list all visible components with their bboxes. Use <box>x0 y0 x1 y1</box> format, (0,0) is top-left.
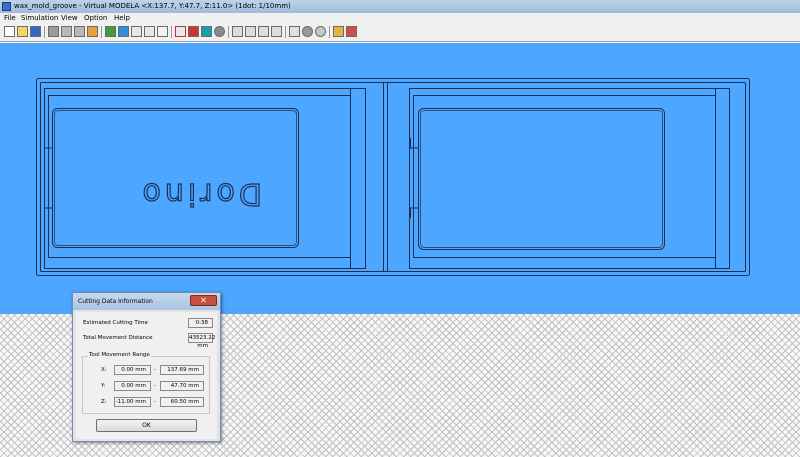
rotate-up-icon[interactable] <box>258 26 269 37</box>
range-separator: - <box>154 367 156 373</box>
sphere-icon[interactable] <box>315 26 326 37</box>
menu-simulation[interactable]: Simulation <box>21 13 58 23</box>
zoom-icon[interactable] <box>157 26 168 37</box>
range-separator: - <box>154 383 156 389</box>
right-cavity-outer <box>409 88 730 269</box>
play-icon[interactable] <box>61 26 72 37</box>
range-axis-x: X: <box>101 367 107 373</box>
material-icon[interactable] <box>105 26 116 37</box>
menu-file[interactable]: File <box>4 13 16 23</box>
rotate-left-icon[interactable] <box>232 26 243 37</box>
rotate-right-icon[interactable] <box>245 26 256 37</box>
right-pocket <box>418 108 665 250</box>
close-icon[interactable]: ✕ <box>190 295 217 306</box>
render-icon[interactable] <box>201 26 212 37</box>
range-x-max: 137.69 mm <box>160 365 204 375</box>
right-pocket-tab <box>410 138 419 218</box>
ok-button[interactable]: OK <box>96 419 197 432</box>
dialog-title: Cutting Data Information <box>78 298 153 305</box>
right-pocket-edge <box>420 110 663 248</box>
view-top-icon[interactable] <box>289 26 300 37</box>
right-cavity-inner <box>413 95 716 258</box>
color-icon[interactable] <box>188 26 199 37</box>
tool-icon[interactable] <box>118 26 129 37</box>
range-y-max: 47.70 mm <box>160 381 204 391</box>
stop-icon[interactable] <box>48 26 59 37</box>
menu-bar: File Simulation View Option Help <box>0 13 800 23</box>
window-title: wax_mold_groove - Virtual MODELA <X:137.… <box>14 2 291 10</box>
mold-engraved-text: Dorino <box>139 176 263 211</box>
toolbar-separator <box>101 26 102 38</box>
range-axis-z: Z: <box>101 399 107 405</box>
info-icon[interactable] <box>333 26 344 37</box>
toolbar-separator <box>171 26 172 38</box>
settings-icon[interactable] <box>87 26 98 37</box>
cut-view-icon[interactable] <box>175 26 186 37</box>
cutting-time-value: 0:38 <box>188 318 213 328</box>
shade-icon[interactable] <box>214 26 225 37</box>
range-separator: - <box>154 399 156 405</box>
view-front-icon[interactable] <box>302 26 313 37</box>
movement-range-group: Tool Movement Range X: 0.00 mm - 137.69 … <box>82 352 210 414</box>
toolbar <box>0 23 800 42</box>
step-icon[interactable] <box>74 26 85 37</box>
mold-workpiece: Dorino <box>36 78 750 276</box>
cutting-time-label: Estimated Cutting Time <box>83 320 148 326</box>
toolbar-separator <box>228 26 229 38</box>
menu-view[interactable]: View <box>61 13 78 23</box>
title-bar: wax_mold_groove - Virtual MODELA <X:137.… <box>0 0 800 13</box>
cutting-data-dialog: Cutting Data Information ✕ Estimated Cut… <box>72 292 221 442</box>
range-z-max: 60.50 mm <box>160 397 204 407</box>
menu-option[interactable]: Option <box>84 13 107 23</box>
movement-distance-label: Total Movement Distance <box>83 335 153 341</box>
menu-help[interactable]: Help <box>114 13 130 23</box>
save-icon[interactable] <box>30 26 41 37</box>
toolbar-separator <box>329 26 330 38</box>
range-z-min: -11.00 mm <box>114 397 151 407</box>
movement-range-title: Tool Movement Range <box>88 352 151 358</box>
rotate-down-icon[interactable] <box>271 26 282 37</box>
toolbar-separator <box>285 26 286 38</box>
curve-icon[interactable] <box>144 26 155 37</box>
dialog-title-bar[interactable]: Cutting Data Information ✕ <box>73 293 220 310</box>
toolbar-separator <box>44 26 45 38</box>
dialog-body: Estimated Cutting Time 0:38 Total Moveme… <box>76 312 217 439</box>
path-icon[interactable] <box>131 26 142 37</box>
range-x-min: 0.00 mm <box>114 365 151 375</box>
new-icon[interactable] <box>4 26 15 37</box>
range-y-min: 0.00 mm <box>114 381 151 391</box>
open-icon[interactable] <box>17 26 28 37</box>
help-icon[interactable] <box>346 26 357 37</box>
app-icon <box>2 2 11 11</box>
movement-distance-value: 43523.22 mm <box>188 333 216 349</box>
range-axis-y: Y: <box>101 383 106 389</box>
